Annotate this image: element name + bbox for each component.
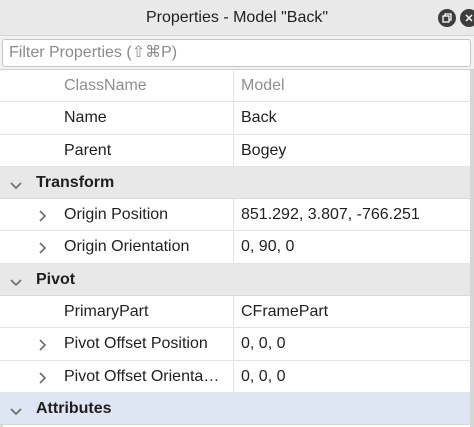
section-header-transform[interactable]: Transform bbox=[0, 166, 474, 200]
column-divider bbox=[233, 360, 234, 392]
property-name: PrimaryPart bbox=[64, 303, 149, 321]
section-label: Attributes bbox=[36, 399, 112, 417]
chevron-right-icon[interactable] bbox=[38, 241, 48, 255]
chevron-down-icon[interactable] bbox=[10, 404, 22, 416]
properties-list: ClassName Model Name Back Parent Bogey Transfo… bbox=[0, 70, 474, 426]
property-row[interactable]: Name Back bbox=[0, 102, 474, 135]
properties-panel: Properties - Model "Back" ClassName Model… bbox=[0, 0, 474, 427]
filter-properties-input[interactable] bbox=[2, 39, 471, 67]
close-icon[interactable] bbox=[460, 9, 474, 27]
chevron-right-icon[interactable] bbox=[38, 209, 48, 222]
chevron-right-icon[interactable] bbox=[38, 338, 48, 351]
property-row[interactable]: Origin Orientation 0, 90, 0 bbox=[0, 231, 474, 264]
panel-title: Properties - Model "Back" bbox=[145, 9, 329, 26]
property-name: Name bbox=[64, 109, 107, 127]
property-value[interactable]: 0, 90, 0 bbox=[241, 231, 466, 262]
property-row[interactable]: Pivot Offset Position 0, 0, 0 bbox=[0, 328, 474, 361]
property-name: Origin Position bbox=[64, 206, 169, 224]
section-label: Transform bbox=[36, 173, 115, 191]
property-name: Parent bbox=[64, 141, 112, 159]
property-row[interactable]: Origin Position 851.292, 3.807, -766.251 bbox=[0, 199, 474, 232]
section-header-pivot[interactable]: Pivot bbox=[0, 263, 474, 297]
property-value[interactable]: 851.292, 3.807, -766.251 bbox=[241, 199, 466, 230]
section-label: Pivot bbox=[36, 270, 76, 288]
property-value[interactable]: 0, 0, 0 bbox=[241, 328, 466, 359]
property-value[interactable]: Bogey bbox=[241, 135, 466, 166]
filter-bar bbox=[0, 36, 474, 70]
chevron-right-icon[interactable] bbox=[38, 371, 48, 384]
scrollbar[interactable] bbox=[470, 70, 474, 427]
property-row[interactable]: ClassName Model bbox=[0, 70, 474, 103]
title-bar: Properties - Model "Back" bbox=[0, 0, 474, 36]
column-divider bbox=[233, 328, 234, 360]
column-divider bbox=[233, 231, 234, 263]
property-name: ClassName bbox=[64, 77, 147, 94]
column-divider bbox=[233, 296, 234, 328]
chevron-down-icon[interactable] bbox=[10, 178, 22, 190]
property-row[interactable]: Parent Bogey bbox=[0, 134, 474, 167]
column-divider bbox=[233, 199, 234, 231]
chevron-down-icon[interactable] bbox=[10, 275, 22, 286]
column-divider bbox=[233, 70, 234, 102]
property-name: Pivot Offset Position bbox=[64, 335, 208, 353]
property-row[interactable]: Pivot Offset Orienta… 0, 0, 0 bbox=[0, 360, 474, 393]
property-name: Pivot Offset Orienta… bbox=[64, 367, 220, 385]
column-divider bbox=[233, 102, 234, 134]
restore-icon[interactable] bbox=[438, 9, 456, 27]
column-divider bbox=[233, 134, 234, 166]
property-row[interactable]: PrimaryPart CFramePart bbox=[0, 296, 474, 329]
property-value[interactable]: 0, 0, 0 bbox=[241, 361, 466, 392]
property-value: Model bbox=[241, 77, 285, 94]
property-value[interactable]: CFramePart bbox=[241, 296, 466, 327]
property-name: Origin Orientation bbox=[64, 238, 190, 256]
property-value[interactable]: Back bbox=[241, 102, 466, 133]
section-header-attributes[interactable]: Attributes bbox=[0, 392, 474, 426]
